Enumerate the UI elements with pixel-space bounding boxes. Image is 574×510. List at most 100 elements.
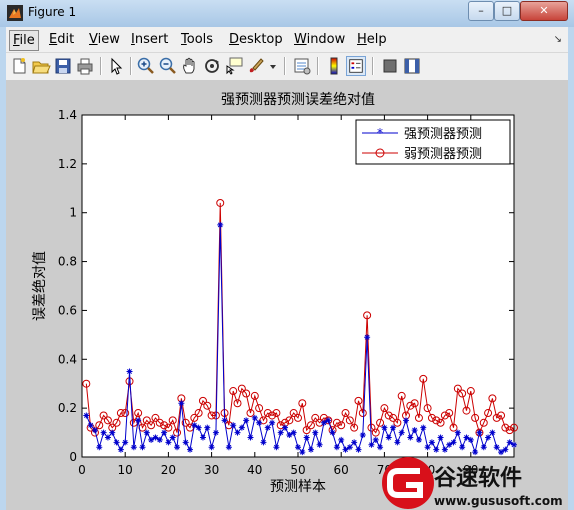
x-tick-label: 40 [247, 463, 262, 477]
x-tick-label: 0 [78, 463, 86, 477]
data-point-strong [459, 444, 466, 451]
menu-view[interactable]: View [86, 30, 123, 49]
legend-icon[interactable] [346, 56, 366, 76]
data-point-strong [333, 444, 340, 451]
zoom-out-icon[interactable] [158, 56, 178, 76]
title-bar[interactable]: Figure 1 – □ ✕ [0, 0, 574, 27]
menu-tools[interactable]: Tools [178, 30, 216, 49]
save-icon[interactable] [53, 56, 73, 76]
figure-client: File Edit View Insert Tools Desktop Wind… [6, 27, 568, 510]
x-tick-label: 30 [204, 463, 219, 477]
menu-desktop[interactable]: Desktop [226, 30, 286, 49]
brush-dropdown-icon[interactable] [268, 56, 278, 76]
data-point-strong [273, 444, 280, 451]
zoom-in-icon[interactable] [136, 56, 156, 76]
data-point-strong [91, 427, 98, 434]
data-point-strong [113, 439, 120, 446]
data-point-strong [299, 449, 306, 456]
menu-window[interactable]: Window [291, 30, 348, 49]
data-point-strong [351, 439, 358, 446]
watermark-brand: 谷速软件 [434, 465, 522, 491]
data-point-strong [126, 368, 133, 375]
data-point-strong [415, 436, 422, 443]
data-point-strong [428, 439, 435, 446]
hide-plot-tools-icon[interactable] [380, 56, 400, 76]
rotate-3d-icon[interactable] [202, 56, 222, 76]
data-point-strong [403, 417, 409, 424]
menu-edit-label: dit [57, 32, 75, 47]
y-tick-label: 0.4 [58, 352, 77, 366]
print-icon[interactable] [75, 56, 95, 76]
menu-window-label: indow [306, 32, 346, 47]
menu-bar: File Edit View Insert Tools Desktop Wind… [6, 27, 568, 52]
data-point-strong [316, 441, 323, 448]
pan-icon[interactable] [180, 56, 200, 76]
maximize-button[interactable]: □ [494, 1, 520, 21]
open-file-icon[interactable] [31, 56, 51, 76]
y-tick-label: 1.2 [58, 157, 77, 171]
x-tick-label: 10 [118, 463, 133, 477]
legend-label-strong: 强预测器预测 [404, 127, 482, 142]
menu-insert-label: nsert [134, 32, 169, 47]
legend[interactable]: * 强预测器预测 弱预测器预测 [355, 119, 511, 165]
minimize-button[interactable]: – [468, 1, 494, 21]
data-point-strong [346, 444, 353, 451]
menu-view-accel: V [89, 32, 98, 47]
link-plot-icon[interactable] [292, 56, 312, 76]
edit-plot-icon[interactable] [106, 56, 126, 76]
data-point-strong [368, 441, 375, 448]
data-point-strong [96, 444, 103, 451]
figure-canvas: 010203040506070809000.20.40.60.811.21.4 … [6, 80, 568, 510]
x-tick-label: 50 [290, 463, 305, 477]
new-figure-icon[interactable] [9, 56, 29, 76]
window-title: Figure 1 [28, 5, 77, 19]
data-point-strong [424, 444, 431, 451]
data-point-strong [295, 444, 301, 451]
colorbar-icon[interactable] [324, 56, 344, 76]
data-point-strong [493, 444, 500, 451]
close-button[interactable]: ✕ [520, 1, 568, 21]
dock-arrow-icon[interactable]: ↘ [554, 34, 562, 45]
data-point-strong [87, 422, 94, 429]
menu-file-label: ile [19, 33, 35, 48]
y-tick-label: 0 [69, 450, 77, 464]
y-axis-label: 误差绝对值 [32, 251, 48, 321]
menu-desktop-accel: D [229, 32, 240, 47]
y-tick-label: 0.2 [58, 401, 77, 415]
data-point-strong [338, 436, 345, 443]
data-point-strong [260, 439, 267, 446]
x-tick-label: 60 [334, 463, 349, 477]
x-axis-label: 预测样本 [270, 479, 326, 495]
axes-background [81, 114, 515, 458]
data-point-strong [480, 444, 487, 451]
watermark: 谷速软件 www.gususoft.com [382, 457, 563, 509]
y-tick-label: 1.4 [58, 108, 77, 122]
data-point-strong [372, 436, 379, 443]
toolbar-separator [100, 57, 102, 75]
data-point-strong [411, 427, 418, 434]
toolbar-separator [317, 57, 319, 75]
menu-edit[interactable]: Edit [46, 30, 77, 49]
data-point-strong [511, 441, 517, 448]
toolbar-separator [284, 57, 286, 75]
data-point-strong [122, 439, 129, 446]
menu-window-accel: W [294, 32, 307, 47]
menu-help-accel: H [357, 32, 367, 47]
menu-file[interactable]: File [9, 30, 39, 51]
chart[interactable]: 010203040506070809000.20.40.60.811.21.4 … [6, 80, 568, 510]
menu-insert[interactable]: Insert [128, 30, 171, 49]
watermark-url: www.gususoft.com [434, 494, 563, 508]
legend-label-weak: 弱预测器预测 [404, 147, 482, 162]
show-plot-tools-icon[interactable] [402, 56, 422, 76]
toolbar-separator [372, 57, 374, 75]
data-cursor-icon[interactable] [224, 56, 244, 76]
menu-desktop-label: esktop [239, 32, 283, 47]
menu-help[interactable]: Help [354, 30, 390, 49]
menu-view-label: iew [97, 32, 120, 47]
y-tick-label: 1 [69, 206, 77, 220]
data-point-strong [83, 412, 90, 419]
menu-help-label: elp [366, 32, 387, 47]
y-tick-label: 0.8 [58, 255, 77, 269]
legend-marker-strong: * [377, 126, 383, 140]
brush-icon[interactable] [246, 56, 266, 76]
